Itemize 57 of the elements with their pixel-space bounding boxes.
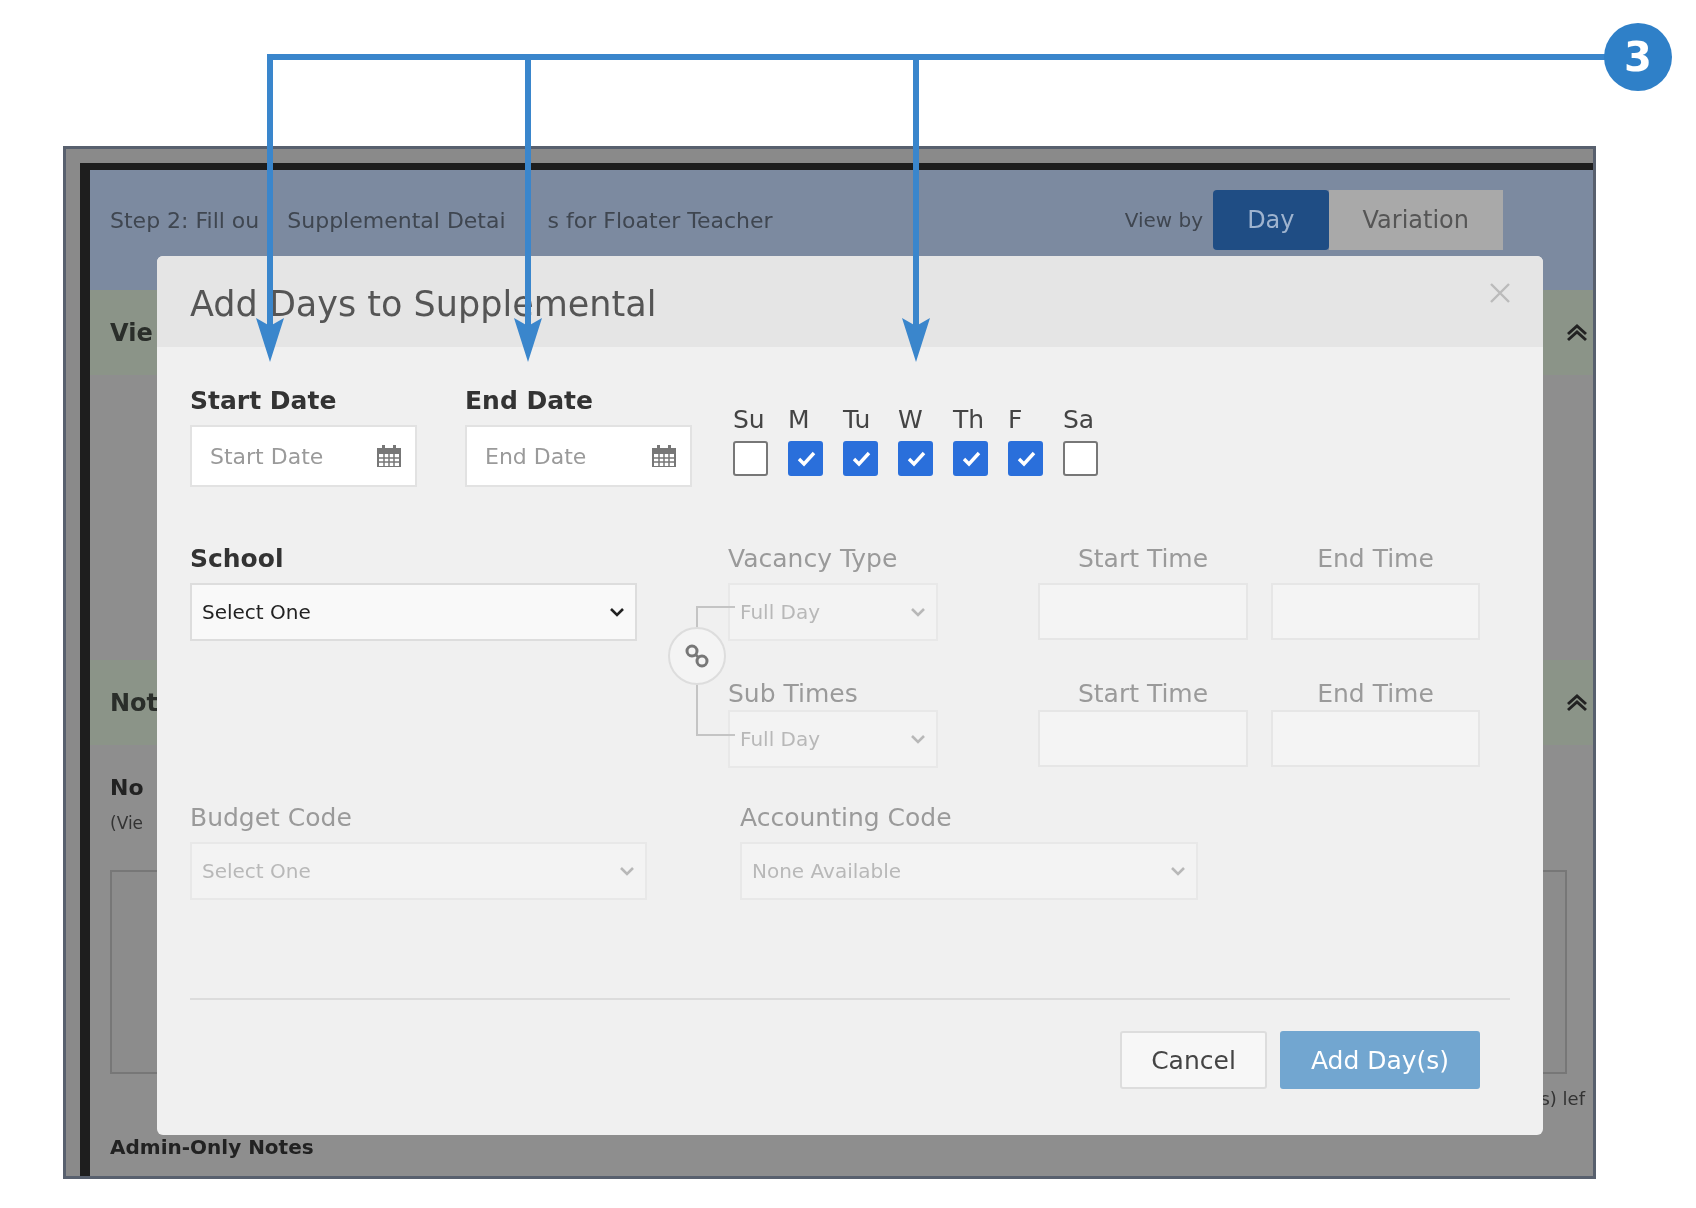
weekday-label: Su: [733, 405, 765, 435]
weekday-checkbox[interactable]: [843, 441, 878, 476]
notes-heading: No: [110, 775, 144, 801]
weekday-label: M: [788, 405, 810, 435]
time-label: Start Time: [1076, 678, 1210, 710]
chain-link-icon: [685, 644, 710, 668]
chevron-down-icon: [619, 865, 635, 877]
weekday-label: Th: [953, 405, 985, 435]
start-date-label: Start Date: [190, 385, 338, 417]
callout-number-badge: 3: [1604, 23, 1672, 91]
budget-code-label: Budget Code: [190, 802, 353, 834]
step-title: Step 2: Fill ou: [110, 208, 260, 233]
notes-hint: (Vie: [110, 813, 144, 833]
weekday-checkbox[interactable]: [733, 441, 768, 476]
dropdown-select: Full Day: [728, 583, 938, 641]
collapse-chevron-icon: [1565, 691, 1589, 714]
calendar-icon: [652, 445, 676, 467]
time-label: End Time: [1316, 543, 1435, 575]
add-days-button[interactable]: Add Day(s): [1280, 1031, 1480, 1089]
date-input-field[interactable]: Start Date: [190, 425, 417, 487]
section-title: Vie: [110, 318, 153, 347]
weekday-label: Sa: [1063, 405, 1095, 435]
section-title: Not: [110, 688, 159, 717]
dropdown-select: Full Day: [728, 710, 938, 768]
cancel-button[interactable]: Cancel: [1120, 1031, 1267, 1089]
sub-times-label: Sub Times: [728, 678, 859, 710]
time-label: Start Time: [1076, 543, 1210, 575]
view-toggle-tab[interactable]: Day: [1213, 190, 1329, 250]
date-input-field[interactable]: End Date: [465, 425, 692, 487]
school-label: School: [190, 543, 285, 575]
chevron-down-icon: [910, 733, 926, 745]
view-by-label: View by: [1124, 208, 1204, 232]
weekday-label: Tu: [843, 405, 871, 435]
admin-notes-heading: Admin-Only Notes: [110, 1136, 314, 1158]
close-icon: [1489, 281, 1511, 304]
weekday-checkbox[interactable]: [1008, 441, 1043, 476]
step-title: s for Floater Teacher: [547, 208, 773, 233]
step-title: Supplemental Detai: [287, 208, 506, 233]
view-toggle-tab[interactable]: Variation: [1328, 190, 1503, 250]
dropdown-select[interactable]: Select One: [190, 583, 638, 641]
dropdown-select: None Available: [740, 842, 1198, 900]
chevron-down-icon: [1170, 865, 1186, 877]
weekday-checkbox[interactable]: [898, 441, 933, 476]
weekday-checkbox[interactable]: [953, 441, 988, 476]
weekday-label: F: [1008, 405, 1023, 435]
end-date-label: End Date: [465, 385, 594, 417]
weekday-checkbox[interactable]: [788, 441, 823, 476]
accounting-code-label: Accounting Code: [740, 802, 953, 834]
chevron-down-icon: [910, 606, 926, 618]
weekday-label: W: [898, 405, 923, 435]
weekday-checkbox[interactable]: [1063, 441, 1098, 476]
vacancy-type-label: Vacancy Type: [728, 543, 899, 575]
time-label: End Time: [1316, 678, 1435, 710]
dropdown-select: Select One: [190, 842, 647, 900]
chevron-down-icon: [609, 606, 626, 618]
collapse-chevron-icon: [1565, 321, 1589, 344]
calendar-icon: [377, 445, 401, 467]
